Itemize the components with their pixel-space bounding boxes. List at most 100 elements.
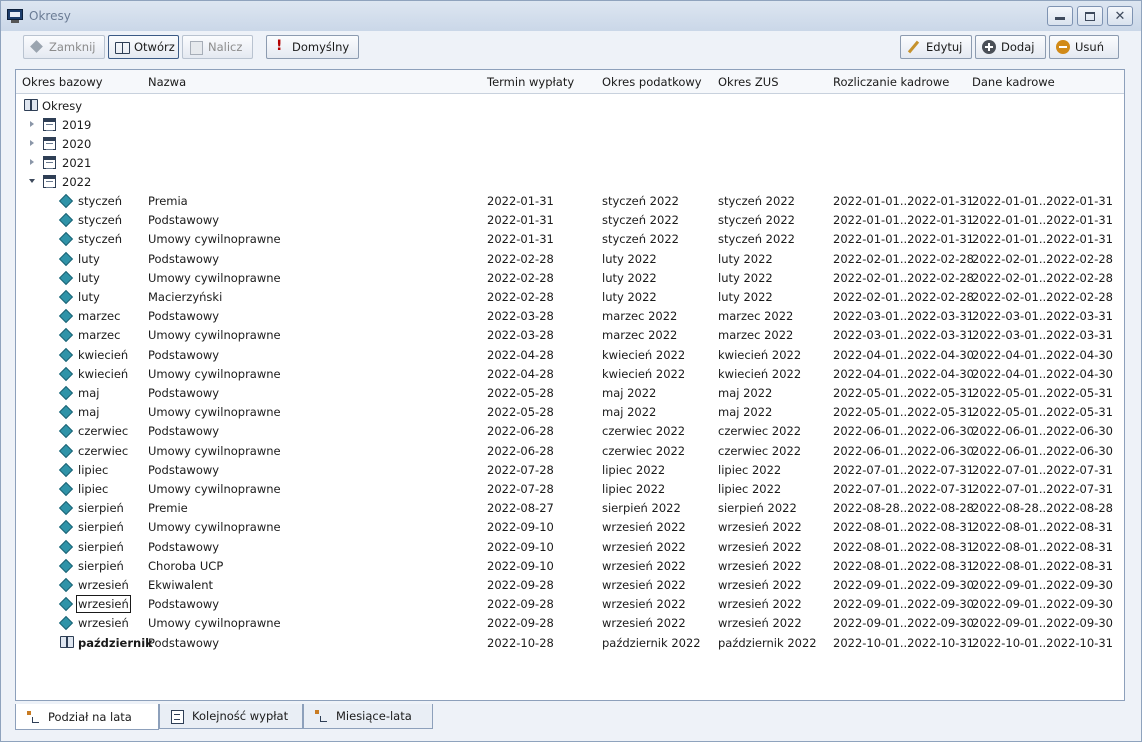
expand-arrow-icon[interactable]	[30, 140, 34, 146]
tree-year-row[interactable]: 2021	[16, 153, 1124, 172]
open-book-icon	[115, 40, 130, 54]
tree-year-row[interactable]: 2020	[16, 134, 1124, 153]
table-row[interactable]: lipiec Umowy cywilnoprawne 2022-07-28 lipie…	[16, 479, 1124, 498]
period-icon	[60, 233, 72, 244]
table-row[interactable]: czerwiec Podstawowy 2022-06-28 czerwiec 202…	[16, 421, 1124, 440]
title-bar: Okresy ✕	[1, 1, 1141, 31]
table-cell: lipiec	[78, 462, 109, 477]
table-cell: luty	[78, 290, 100, 304]
delete-button[interactable]: Usuń	[1049, 35, 1119, 59]
table-cell: luty 2022	[602, 290, 657, 304]
open-book-icon	[60, 635, 74, 648]
add-label: Dodaj	[1001, 40, 1035, 54]
period-icon	[60, 560, 72, 571]
table-cell: Ekwiwalent	[148, 578, 214, 592]
table-row[interactable]: sierpień Choroba UCP 2022-09-10 wrzesień 20…	[16, 556, 1124, 575]
table-cell: wrzesień 2022	[718, 578, 802, 592]
table-cell: kwiecień 2022	[602, 347, 686, 362]
table-cell: styczeń 2022	[718, 194, 795, 208]
column-header-name[interactable]: Nazwa	[148, 75, 186, 89]
close-period-button[interactable]: Zamknij	[23, 35, 105, 59]
tree-year-row[interactable]: 2022	[16, 172, 1124, 191]
table-row[interactable]: sierpień Umowy cywilnoprawne 2022-09-10 wrz…	[16, 517, 1124, 536]
default-button[interactable]: Domyślny	[266, 35, 359, 59]
table-cell: Podstawowy	[148, 462, 220, 477]
table-cell: 2022-01-01..2022-01-31	[972, 232, 1113, 247]
minimize-button[interactable]	[1047, 6, 1073, 26]
table-row[interactable]: wrzesień Ekwiwalent 2022-09-28 wrzesień 202…	[16, 575, 1124, 594]
table-cell: sierpień 2022	[602, 501, 681, 516]
table-row[interactable]: luty Umowy cywilnoprawne 2022-02-28 luty 20…	[16, 268, 1124, 287]
table-cell: kwiecień	[78, 366, 129, 381]
table-row[interactable]: styczeń Umowy cywilnoprawne 2022-01-31 styc…	[16, 229, 1124, 248]
table-cell: luty 2022	[718, 290, 773, 304]
tree-year-row[interactable]: 2019	[16, 115, 1124, 134]
open-button[interactable]: Otwórz	[108, 35, 179, 59]
table-cell: wrzesień 2022	[718, 539, 802, 554]
close-icon: ✕	[1114, 8, 1126, 24]
add-button[interactable]: Dodaj	[975, 35, 1046, 59]
maximize-button[interactable]	[1077, 6, 1103, 26]
table-row[interactable]: sierpień Podstawowy 2022-09-10 wrzesień 202…	[16, 537, 1124, 556]
table-row[interactable]: czerwiec Umowy cywilnoprawne 2022-06-28 cze…	[16, 441, 1124, 460]
table-row[interactable]: lipiec Podstawowy 2022-07-28 lipiec 2022 lip…	[16, 460, 1124, 479]
table-row[interactable]: marzec Podstawowy 2022-03-28 marzec 2022 mar…	[16, 306, 1124, 325]
edit-button[interactable]: Edytuj	[900, 35, 972, 59]
table-cell: Podstawowy	[148, 213, 220, 228]
table-cell: Podstawowy	[148, 424, 220, 439]
calendar-icon	[43, 175, 56, 188]
close-window-button[interactable]: ✕	[1107, 6, 1133, 26]
tab-payment-order[interactable]: Kolejność wypłat	[159, 704, 303, 729]
table-row[interactable]: kwiecień Podstawowy 2022-04-28 kwiecień 202…	[16, 345, 1124, 364]
table-cell: Umowy cywilnoprawne	[148, 366, 281, 381]
table-cell: 2022-02-28	[487, 290, 554, 304]
column-header-payment-date[interactable]: Termin wypłaty	[487, 75, 574, 89]
table-row[interactable]: luty Macierzyński 2022-02-28 luty 2022 luty …	[16, 287, 1124, 306]
period-icon	[60, 598, 72, 609]
table-cell: styczeń 2022	[602, 194, 679, 208]
column-header-hr-settlement[interactable]: Rozliczanie kadrowe	[833, 75, 949, 89]
table-row[interactable]: marzec Umowy cywilnoprawne 2022-03-28 marze…	[16, 325, 1124, 344]
table-row[interactable]: styczeń Premia 2022-01-31 styczeń 2022 stycz…	[16, 191, 1124, 210]
table-row[interactable]: maj Umowy cywilnoprawne 2022-05-28 maj 2022…	[16, 402, 1124, 421]
table-cell: czerwiec 2022	[718, 443, 802, 458]
tab-label: Kolejność wypłat	[192, 709, 289, 723]
expand-arrow-icon[interactable]	[30, 121, 34, 127]
table-row[interactable]: maj Podstawowy 2022-05-28 maj 2022 maj 2022 2…	[16, 383, 1124, 402]
table-cell: 2022-06-28	[487, 443, 554, 458]
table-row[interactable]: wrzesień Umowy cywilnoprawne 2022-09-28 wrz…	[16, 613, 1124, 632]
column-header-tax-period[interactable]: Okres podatkowy	[602, 75, 702, 89]
table-cell: 2022-02-01..2022-02-28	[972, 251, 1113, 266]
table-row[interactable]: styczeń Podstawowy 2022-01-31 styczeń 2022 s…	[16, 210, 1124, 229]
calculate-button[interactable]: Nalicz	[182, 35, 253, 59]
table-cell: październik 2022	[718, 635, 817, 650]
table-cell: 2022-06-01..2022-06-30	[972, 424, 1113, 439]
table-cell: 2022-08-27	[487, 501, 554, 516]
table-cell: wrzesień 2022	[718, 597, 802, 612]
table-cell: Podstawowy	[148, 251, 220, 266]
table-cell: 2022-04-28	[487, 366, 554, 381]
table-row[interactable]: kwiecień Umowy cywilnoprawne 2022-04-28 kwi…	[16, 364, 1124, 383]
window-title: Okresy	[29, 9, 71, 23]
tab-split-by-years[interactable]: Podział na lata	[15, 704, 159, 730]
table-cell: Podstawowy	[148, 309, 220, 324]
tab-months-years[interactable]: Miesiące-lata	[303, 704, 433, 729]
tree-root-row[interactable]: Okresy	[16, 96, 1124, 115]
column-header-base-period[interactable]: Okres bazowy	[22, 75, 103, 89]
table-cell: marzec 2022	[718, 328, 794, 343]
table-cell: luty 2022	[602, 251, 657, 266]
column-header-zus-period[interactable]: Okres ZUS	[718, 75, 779, 89]
table-cell: Choroba UCP	[148, 558, 224, 573]
pencil-icon	[907, 40, 921, 54]
table-cell: 2022-02-01..2022-02-28	[833, 251, 974, 266]
expand-arrow-icon[interactable]	[30, 159, 34, 165]
table-row[interactable]: luty Podstawowy 2022-02-28 luty 2022 luty 20…	[16, 249, 1124, 268]
table-row[interactable]: wrzesień Podstawowy 2022-09-28 wrzesień 202…	[16, 594, 1124, 614]
table-row[interactable]: październik Podstawowy 2022-10-28 październ…	[16, 633, 1124, 652]
collapse-arrow-icon[interactable]	[29, 179, 35, 183]
table-cell: marzec	[78, 309, 121, 324]
table-row[interactable]: sierpień Premie 2022-08-27 sierpień 2022 sie…	[16, 498, 1124, 517]
period-icon	[60, 541, 72, 552]
column-header-hr-data[interactable]: Dane kadrowe	[972, 75, 1055, 89]
table-cell: 2022-02-01..2022-02-28	[972, 270, 1113, 285]
